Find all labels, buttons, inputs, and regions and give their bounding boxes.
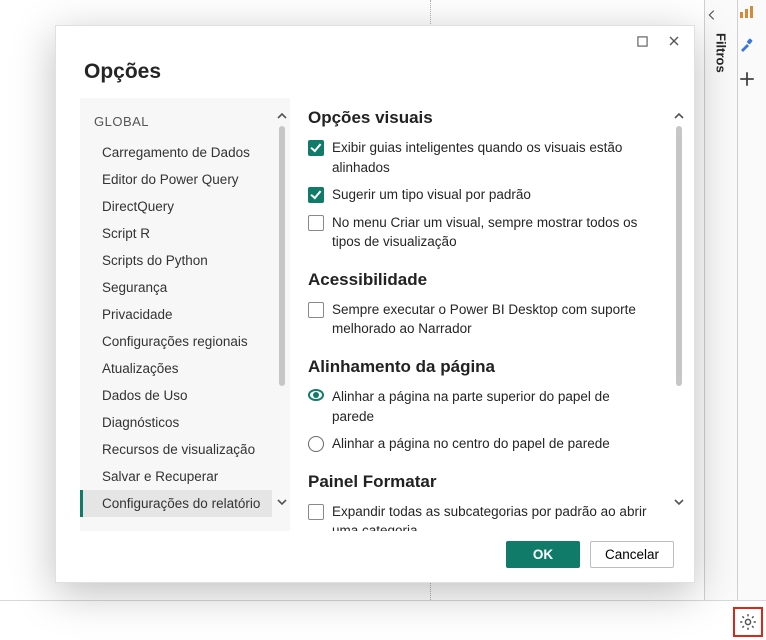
sidebar-item-regional[interactable]: Configurações regionais (80, 328, 272, 355)
expand-left-icon (705, 8, 737, 25)
section-visual-options: Opções visuais (308, 108, 672, 128)
sidebar-item-python-scripts[interactable]: Scripts do Python (80, 247, 272, 274)
chevron-down-icon (276, 496, 288, 508)
settings-gear-button[interactable] (733, 607, 763, 637)
scrollbar-thumb[interactable] (676, 126, 682, 386)
close-button[interactable] (662, 29, 686, 53)
add-visual-icon[interactable] (738, 70, 766, 91)
sidebar-item-usage-data[interactable]: Dados de Uso (80, 382, 272, 409)
build-visual-icon[interactable] (738, 4, 766, 23)
label-align-center: Alinhar a página no centro do papel de p… (332, 434, 610, 454)
chevron-up-icon (276, 110, 288, 122)
radio-align-top[interactable] (308, 389, 324, 401)
visualizations-collapsed-pane (738, 0, 766, 600)
label-smart-guides: Exibir guias inteligentes quando os visu… (332, 138, 654, 177)
sidebar-item-data-load[interactable]: Carregamento de Dados (80, 139, 272, 166)
sidebar-item-security[interactable]: Segurança (80, 274, 272, 301)
sidebar-section-global: GLOBAL (80, 108, 290, 139)
chevron-down-icon (673, 496, 685, 508)
label-align-top: Alinhar a página na parte superior do pa… (332, 387, 654, 426)
scrollbar-thumb[interactable] (279, 126, 285, 386)
cancel-button[interactable]: Cancelar (590, 541, 674, 568)
sidebar-item-pq-editor[interactable]: Editor do Power Query (80, 166, 272, 193)
checkbox-enhanced-narrator[interactable] (308, 302, 324, 318)
right-panels-strip: Filtros (704, 0, 766, 600)
sidebar-item-report-settings[interactable]: Configurações do relatório (80, 490, 272, 517)
checkbox-show-all-visual-types[interactable] (308, 215, 324, 231)
section-page-alignment: Alinhamento da página (308, 357, 672, 377)
dialog-titlebar (56, 26, 694, 56)
sidebar-item-save-recover[interactable]: Salvar e Recuperar (80, 463, 272, 490)
checkbox-expand-subcategories[interactable] (308, 504, 324, 520)
dialog-title: Opções (56, 56, 694, 98)
gear-icon (739, 613, 757, 631)
options-sidebar: GLOBAL Carregamento de Dados Editor do P… (80, 98, 290, 531)
sidebar-item-diagnostics[interactable]: Diagnósticos (80, 409, 272, 436)
bottom-border (0, 600, 766, 601)
label-show-all-visual-types: No menu Criar um visual, sempre mostrar … (332, 213, 654, 252)
radio-align-center[interactable] (308, 436, 324, 452)
sidebar-item-updates[interactable]: Atualizações (80, 355, 272, 382)
filters-pane-label: Filtros (714, 33, 729, 73)
dialog-footer: OK Cancelar (56, 531, 694, 582)
sidebar-item-directquery[interactable]: DirectQuery (80, 193, 272, 220)
options-dialog: Opções GLOBAL Carregamento de Dados Edit… (55, 25, 695, 583)
sidebar-scrollbar[interactable] (277, 110, 287, 508)
filters-collapsed-pane[interactable]: Filtros (705, 0, 738, 600)
format-visual-icon[interactable] (738, 37, 766, 56)
options-main-pane: Opções visuais Exibir guias inteligentes… (290, 98, 686, 531)
sidebar-item-r-script[interactable]: Script R (80, 220, 272, 247)
label-suggest-visual-type: Sugerir um tipo visual por padrão (332, 185, 531, 205)
maximize-button[interactable] (630, 29, 654, 53)
sidebar-item-preview-features[interactable]: Recursos de visualização (80, 436, 272, 463)
sidebar-section-current-file: ARQUIVO ATUAL (80, 517, 290, 531)
checkbox-suggest-visual-type[interactable] (308, 187, 324, 203)
ok-button[interactable]: OK (506, 541, 580, 568)
section-format-pane: Painel Formatar (308, 472, 672, 492)
sidebar-item-privacy[interactable]: Privacidade (80, 301, 272, 328)
checkbox-smart-guides[interactable] (308, 140, 324, 156)
section-accessibility: Acessibilidade (308, 270, 672, 290)
chevron-up-icon (673, 110, 685, 122)
label-enhanced-narrator: Sempre executar o Power BI Desktop com s… (332, 300, 654, 339)
main-scrollbar[interactable] (674, 110, 684, 508)
label-expand-subcategories: Expandir todas as subcategorias por padr… (332, 502, 654, 531)
